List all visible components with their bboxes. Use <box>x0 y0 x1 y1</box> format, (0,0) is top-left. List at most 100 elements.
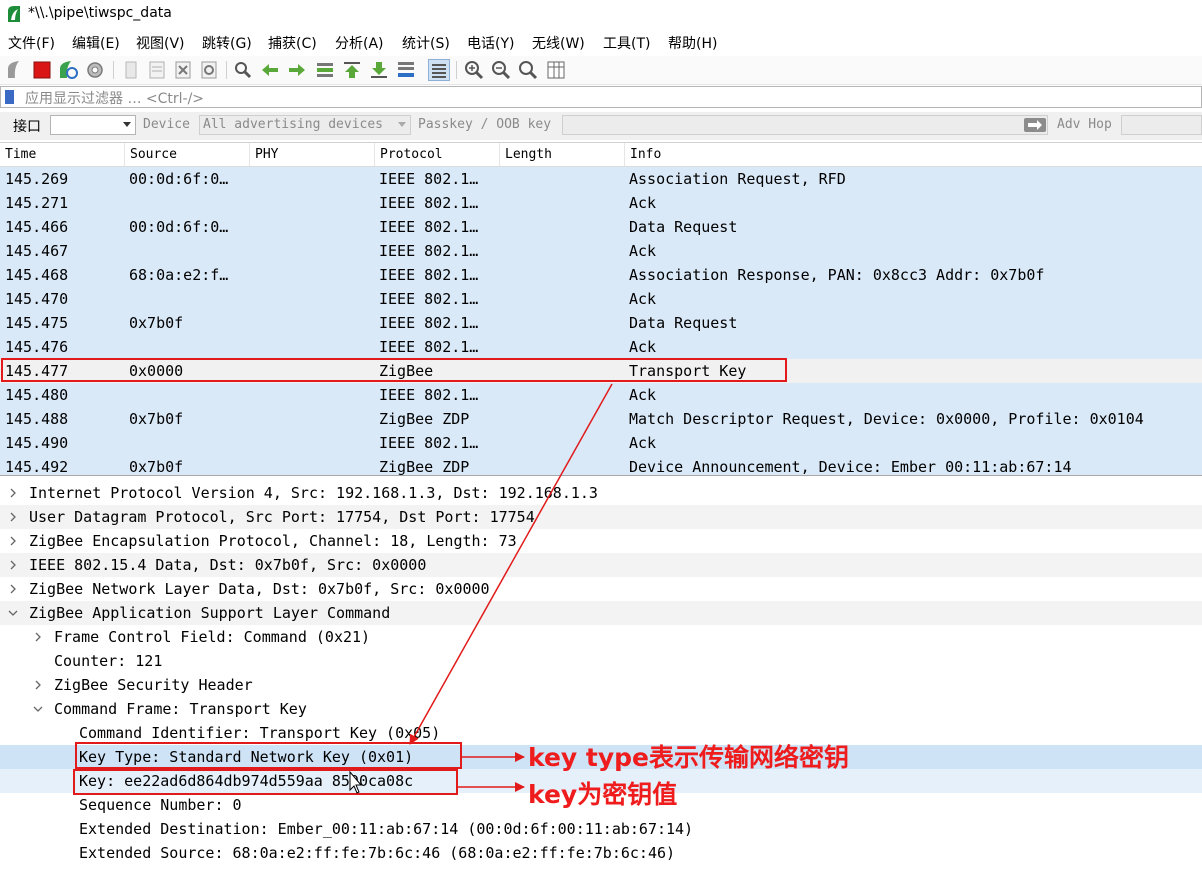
packet-row[interactable]: 145.492 0x7b0f ZigBee ZDP Device Announceme… <box>0 455 1202 476</box>
detail-tree-item[interactable]: Command Frame: Transport Key <box>0 697 1202 721</box>
display-filter-bar[interactable]: 应用显示过滤器 … <Ctrl-/> <box>0 86 1202 108</box>
autoscroll-icon[interactable] <box>395 59 417 81</box>
chevron-down-icon[interactable] <box>31 702 45 716</box>
column-source[interactable]: Source <box>125 143 250 166</box>
packet-row[interactable]: 145.271 IEEE 802.1… Ack <box>0 191 1202 215</box>
detail-tree-item[interactable]: Counter: 121 <box>0 649 1202 673</box>
chevron-right-icon[interactable] <box>31 630 45 644</box>
column-length[interactable]: Length <box>500 143 625 166</box>
packet-row[interactable]: 145.475 0x7b0f IEEE 802.1… Data Request <box>0 311 1202 335</box>
packet-protocol: ZigBee ZDP <box>379 410 470 428</box>
menu-wireless[interactable]: 无线(W) <box>532 33 585 53</box>
menu-view[interactable]: 视图(V) <box>136 33 185 53</box>
detail-tree-label: ZigBee Application Support Layer Command <box>29 604 391 622</box>
menu-go[interactable]: 跳转(G) <box>202 33 252 53</box>
menu-telephony[interactable]: 电话(Y) <box>467 33 514 53</box>
zoom-out-icon[interactable] <box>490 59 512 81</box>
detail-tree-item[interactable]: ZigBee Application Support Layer Command <box>0 601 1202 625</box>
first-packet-icon[interactable] <box>341 59 363 81</box>
column-info[interactable]: Info <box>625 143 1202 166</box>
packet-time: 145.475 <box>5 314 69 332</box>
wireshark-logo-icon <box>8 6 20 22</box>
detail-tree-item[interactable]: IEEE 802.15.4 Data, Dst: 0x7b0f, Src: 0x… <box>0 553 1202 577</box>
bookmark-icon[interactable] <box>5 90 14 104</box>
packet-row[interactable]: 145.269 00:0d:6f:0… IEEE 802.1… Association… <box>0 167 1202 191</box>
packet-protocol: IEEE 802.1… <box>379 314 479 332</box>
packet-protocol: IEEE 802.1… <box>379 170 479 188</box>
interface-toolbar: 接口 Device All advertising devices Passke… <box>0 112 1202 140</box>
last-packet-icon[interactable] <box>368 59 390 81</box>
menu-file[interactable]: 文件(F) <box>8 33 55 53</box>
close-file-icon[interactable] <box>172 59 194 81</box>
packet-row[interactable]: 145.480 IEEE 802.1… Ack <box>0 383 1202 407</box>
packet-source: 0x7b0f <box>129 314 184 332</box>
detail-tree-label: ZigBee Security Header <box>54 676 253 694</box>
packet-details-tree[interactable]: Internet Protocol Version 4, Src: 192.16… <box>0 480 1202 877</box>
detail-tree-item[interactable]: ZigBee Encapsulation Protocol, Channel: … <box>0 529 1202 553</box>
detail-tree-label: User Datagram Protocol, Src Port: 17754,… <box>29 508 535 526</box>
chevron-right-icon[interactable] <box>6 582 20 596</box>
chevron-right-icon[interactable] <box>31 678 45 692</box>
menu-analyze[interactable]: 分析(A) <box>335 33 384 53</box>
packet-row[interactable]: 145.466 00:0d:6f:0… IEEE 802.1… Data Reques… <box>0 215 1202 239</box>
menu-tools[interactable]: 工具(T) <box>603 33 650 53</box>
detail-tree-item[interactable]: ZigBee Network Layer Data, Dst: 0x7b0f, … <box>0 577 1202 601</box>
chevron-right-icon[interactable] <box>6 486 20 500</box>
chevron-right-icon[interactable] <box>6 558 20 572</box>
back-icon[interactable] <box>259 59 281 81</box>
display-filter-input[interactable]: 应用显示过滤器 … <Ctrl-/> <box>25 88 204 108</box>
forward-icon[interactable] <box>286 59 308 81</box>
packet-source: 00:0d:6f:0… <box>129 218 229 236</box>
packet-time: 145.271 <box>5 194 69 212</box>
adv-hop-input[interactable] <box>1121 115 1202 135</box>
column-phy[interactable]: PHY <box>250 143 375 166</box>
column-protocol[interactable]: Protocol <box>375 143 500 166</box>
zoom-in-icon[interactable] <box>463 59 485 81</box>
menu-capture[interactable]: 捕获(C) <box>268 33 317 53</box>
interface-select[interactable] <box>50 115 136 135</box>
detail-tree-label: ZigBee Network Layer Data, Dst: 0x7b0f, … <box>29 580 490 598</box>
packet-row[interactable]: 145.488 0x7b0f ZigBee ZDP Match Descriptor … <box>0 407 1202 431</box>
device-select[interactable]: All advertising devices <box>199 115 411 135</box>
packet-info: Association Request, RFD <box>629 170 846 188</box>
options-gear-icon[interactable] <box>84 59 106 81</box>
passkey-input[interactable] <box>562 115 1048 135</box>
packet-info: Device Announcement, Device: Ember 00:11… <box>629 458 1072 476</box>
detail-tree-item[interactable]: Internet Protocol Version 4, Src: 192.16… <box>0 481 1202 505</box>
shark-fin-start-icon[interactable] <box>5 59 27 81</box>
packet-row[interactable]: 145.490 IEEE 802.1… Ack <box>0 431 1202 455</box>
detail-tree-item[interactable]: User Datagram Protocol, Src Port: 17754,… <box>0 505 1202 529</box>
apply-arrow-icon[interactable] <box>1024 118 1046 132</box>
detail-tree-item[interactable]: Extended Source: 68:0a:e2:ff:fe:7b:6c:46… <box>0 841 1202 865</box>
menu-edit[interactable]: 编辑(E) <box>72 33 120 53</box>
restart-icon[interactable] <box>57 59 79 81</box>
zoom-normal-icon[interactable] <box>517 59 539 81</box>
detail-tree-label: ZigBee Encapsulation Protocol, Channel: … <box>29 532 517 550</box>
reload-icon[interactable] <box>198 59 220 81</box>
chevron-right-icon[interactable] <box>6 534 20 548</box>
goto-packet-icon[interactable] <box>314 59 336 81</box>
menu-help[interactable]: 帮助(H) <box>668 33 717 53</box>
packet-protocol: IEEE 802.1… <box>379 218 479 236</box>
stop-icon[interactable] <box>31 59 53 81</box>
open-file-icon[interactable] <box>120 59 142 81</box>
device-label: Device <box>143 117 190 132</box>
packet-source: 0x7b0f <box>129 410 184 428</box>
detail-tree-item[interactable]: Frame Control Field: Command (0x21) <box>0 625 1202 649</box>
menu-statistics[interactable]: 统计(S) <box>402 33 450 53</box>
detail-tree-item[interactable]: Extended Destination: Ember_00:11:ab:67:… <box>0 817 1202 841</box>
packet-row[interactable]: 145.476 IEEE 802.1… Ack <box>0 335 1202 359</box>
detail-tree-item[interactable]: ZigBee Security Header <box>0 673 1202 697</box>
colorize-icon[interactable] <box>428 59 450 81</box>
chevron-down-icon[interactable] <box>6 606 20 620</box>
packet-protocol: IEEE 802.1… <box>379 434 479 452</box>
packet-row[interactable]: 145.468 68:0a:e2:f… IEEE 802.1… Association… <box>0 263 1202 287</box>
chevron-right-icon[interactable] <box>6 510 20 524</box>
save-file-icon[interactable] <box>146 59 168 81</box>
find-icon[interactable] <box>232 59 254 81</box>
packet-row[interactable]: 145.467 IEEE 802.1… Ack <box>0 239 1202 263</box>
packet-row[interactable]: 145.470 IEEE 802.1… Ack <box>0 287 1202 311</box>
column-time[interactable]: Time <box>0 143 125 166</box>
resize-columns-icon[interactable] <box>545 59 567 81</box>
packet-list[interactable]: Time Source PHY Protocol Length Info 145… <box>0 142 1202 476</box>
